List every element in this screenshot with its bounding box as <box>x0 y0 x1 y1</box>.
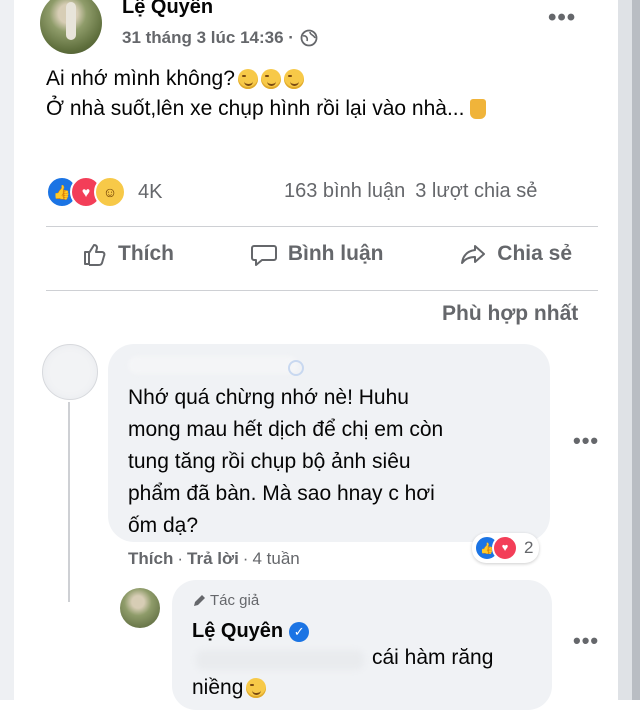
share-arrow-icon <box>461 245 486 264</box>
window-frame-left <box>0 0 14 700</box>
author-badge: Tác giả <box>192 592 259 609</box>
comment-button[interactable]: Bình luận <box>216 240 418 268</box>
post-action-bar: Thích Bình luận Chia sẻ <box>46 240 606 268</box>
comment-actions: Thích · Trả lời · 4 tuần <box>128 549 300 569</box>
post-text: Ai nhớ mình không? Ở nhà suốt,lên xe chụ… <box>46 64 487 124</box>
reply-author-name[interactable]: Lệ Quyên ✓ <box>192 620 310 643</box>
globe-icon <box>300 29 318 47</box>
love-reaction-icon: ♥ <box>492 535 518 561</box>
window-frame-right <box>618 0 640 700</box>
like-button[interactable]: Thích <box>46 240 208 268</box>
reply-text-part2: niềng <box>192 676 267 700</box>
post-more-options-icon[interactable]: ••• <box>548 4 576 32</box>
post-author-name[interactable]: Lệ Quyên <box>122 0 213 19</box>
grimace-emoji-icon <box>246 678 267 698</box>
divider <box>46 226 598 227</box>
commenter-avatar[interactable] <box>42 344 98 400</box>
post-text-line-2: Ở nhà suốt,lên xe chụp hình rồi lại vào … <box>46 94 487 124</box>
commenter-name-redacted <box>128 356 298 374</box>
reply-text-part1: cái hàm răng <box>372 646 494 669</box>
smirk-emoji-icon <box>237 69 258 89</box>
post-author-avatar[interactable] <box>40 0 102 54</box>
reaction-count: 4K <box>138 180 163 203</box>
comment-icon <box>250 245 277 266</box>
comment-time[interactable]: 4 tuần <box>252 549 299 569</box>
reply-more-options-icon[interactable]: ••• <box>573 628 599 654</box>
shares-count-link[interactable]: 3 lượt chia sẻ <box>415 180 537 203</box>
reply-author-avatar[interactable] <box>120 588 160 628</box>
comment-text: Nhớ quá chừng nhớ nè! Huhu mong mau hết … <box>128 386 444 537</box>
comment-like-link[interactable]: Thích <box>128 549 173 569</box>
comment-more-options-icon[interactable]: ••• <box>573 428 599 454</box>
verified-check-icon: ✓ <box>289 621 310 642</box>
pen-icon <box>194 594 205 606</box>
comment-reaction-count: 2 <box>524 538 534 557</box>
post-stats: 163 bình luận 3 lượt chia sẻ <box>284 180 537 203</box>
smirk-emoji-icon <box>260 69 281 89</box>
redacted-badge <box>288 360 304 376</box>
post-reactions[interactable]: 👍 ♥ ☺ 4K <box>46 176 162 208</box>
tagged-name-redacted <box>196 650 364 670</box>
comments-count-link[interactable]: 163 bình luận <box>284 180 405 203</box>
thumbs-up-icon <box>84 244 106 266</box>
post-meta: 31 tháng 3 lúc 14:36 · <box>122 28 318 48</box>
comment-sort-dropdown[interactable]: Phù hợp nhất <box>442 302 578 326</box>
haha-reaction-icon: ☺ <box>94 176 126 208</box>
thread-connector-line <box>68 402 70 602</box>
post-timestamp[interactable]: 31 tháng 3 lúc 14:36 · <box>122 28 294 48</box>
post-text-line-1: Ai nhớ mình không? <box>46 64 486 94</box>
divider <box>46 290 598 291</box>
horns-emoji-icon <box>470 99 487 119</box>
comment-reply-link[interactable]: Trả lời <box>187 549 239 569</box>
comment-reactions[interactable]: 👍 ♥ 2 <box>472 533 540 563</box>
share-button[interactable]: Chia sẻ <box>425 240 606 268</box>
smirk-emoji-icon <box>283 69 304 89</box>
